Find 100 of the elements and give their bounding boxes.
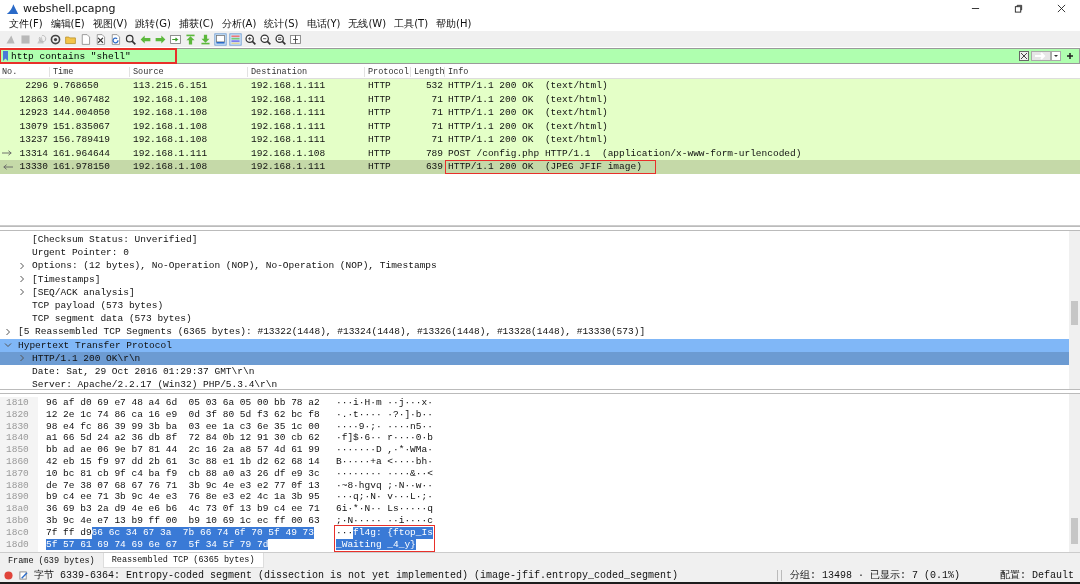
table-cell-text: 192.168.1.108 — [132, 161, 209, 173]
clear-icon[interactable] — [1019, 51, 1029, 61]
dropdown-icon[interactable] — [1051, 51, 1061, 61]
status-dot-icon[interactable] — [4, 570, 13, 580]
tree-item[interactable]: Options: (12 bytes), No-Operation (NOP), No-Operation (NOP), Timestamps — [32, 260, 437, 272]
tree-item[interactable]: [SEQ/ACK analysis] — [32, 286, 135, 298]
table-cell: HTTP/1.1 200 OK (text/html) — [448, 107, 608, 119]
pencil-icon[interactable] — [19, 570, 28, 580]
search-icon[interactable] — [124, 32, 137, 46]
column-header[interactable]: Info — [445, 66, 1080, 77]
restart-icon[interactable] — [34, 32, 47, 46]
gear-icon[interactable] — [49, 32, 62, 46]
chevron-right-icon[interactable] — [18, 261, 26, 270]
column-header[interactable]: Protocol — [365, 66, 411, 77]
menu-item[interactable]: 统计(S) — [260, 17, 303, 31]
jump-icon[interactable] — [169, 32, 182, 46]
menu-item[interactable]: 帮助(H) — [432, 17, 476, 31]
line-offset: 18a0 — [6, 503, 30, 515]
column-header[interactable]: Source — [130, 66, 248, 77]
menu-item[interactable]: 无线(W) — [344, 17, 391, 31]
line-offset: 1810 — [6, 397, 30, 409]
zoom-reset-icon[interactable] — [274, 32, 287, 46]
table-cell-text: 12863 — [18, 93, 49, 105]
ascii-text: ·······D ,·*·WMa· — [336, 444, 433, 456]
display-filter-field[interactable]: http contains "shell" — [0, 48, 1080, 64]
tree-item[interactable]: HTTP/1.1 200 OK\r\n — [32, 352, 141, 364]
hex-bytes: 7f ff d9 — [46, 526, 92, 539]
colorize-icon[interactable] — [229, 32, 242, 46]
table-cell-text: HTTP — [367, 107, 392, 119]
table-cell-text: 192.168.1.111 — [250, 161, 327, 173]
hex-bytes: 42 eb 15 f9 97 dd 2b 61 3c 88 e1 1b d2 62 68 14 — [46, 456, 320, 468]
resize-columns-icon[interactable] — [289, 32, 302, 46]
chevron-right-icon[interactable] — [18, 354, 26, 363]
tree-item[interactable]: [Timestamps] — [32, 273, 101, 285]
reload-icon[interactable] — [109, 32, 122, 46]
tree-item[interactable]: Hypertext Transfer Protocol — [18, 339, 172, 351]
ascii-text: ···q;·N· v···L·;· — [336, 491, 433, 504]
line-offset: 1870 — [6, 467, 30, 480]
menu-item[interactable]: 分析(A) — [217, 17, 261, 31]
table-cell-text: 161.964644 — [52, 147, 111, 159]
tree-item[interactable]: TCP segment data (573 bytes) — [32, 313, 192, 325]
scrollbar[interactable] — [1069, 231, 1080, 389]
down-arrow-icon[interactable] — [199, 32, 212, 46]
ascii-text: ·.·t···· ·?·]·b·· — [336, 408, 433, 421]
packet-count: 分组: 13498 · 已显示: 7 (0.1%) — [789, 569, 960, 582]
tree-item[interactable]: Server: Apache/2.2.17 (Win32) PHP/5.3.4\r\n — [32, 379, 278, 391]
tree-item[interactable]: [Checksum Status: Unverified] — [32, 234, 198, 246]
menu-item[interactable]: 电话(Y) — [302, 17, 345, 31]
line-offset: 1890 — [6, 491, 30, 504]
autoscroll-icon[interactable] — [214, 32, 227, 46]
chevron-right-icon[interactable] — [18, 275, 26, 284]
table-cell-text: 13079 — [18, 120, 49, 132]
menu-item[interactable]: 跳转(G) — [131, 17, 175, 31]
table-cell-text: 639 — [424, 161, 444, 173]
column-header[interactable]: Time — [50, 66, 130, 77]
scrollbar[interactable] — [1069, 394, 1080, 552]
up-arrow-icon[interactable] — [184, 32, 197, 46]
hex-bytes: 3b 9c 4e e7 13 b9 ff 00 b9 10 69 1c ec ff 00 63 — [46, 514, 320, 527]
packet-row[interactable]: 13237 156.789419 192.168.1.108 192.168.1.111 HTTP 71 HTTP/1.1 200 OK (text/html) — [0, 133, 1080, 147]
line-offset: 1850 — [6, 444, 30, 456]
close-icon[interactable] — [1057, 4, 1066, 13]
shark-fin-icon — [6, 2, 19, 15]
chevron-right-icon[interactable] — [18, 288, 26, 297]
field-info: 字节 6339-6364: Entropy-coded segment (dissection is not yet implemented) (image-jfif.entropy_coded_segment) — [34, 568, 679, 582]
chevron-down-icon[interactable] — [4, 341, 12, 350]
packet-row[interactable]: 2296 9.768650 113.215.6.151 192.168.1.111 HTTP 532 HTTP/1.1 200 OK (text/html) — [0, 79, 1080, 93]
column-header[interactable]: Length — [411, 66, 445, 77]
zoom-in-icon[interactable] — [244, 32, 257, 46]
profile-label[interactable]: 配置: Default — [1000, 568, 1074, 582]
menu-item[interactable]: 工具(T) — [390, 17, 433, 31]
table-cell-text: HTTP — [367, 147, 392, 159]
stop-icon[interactable] — [19, 32, 32, 46]
hex-bytes: 98 e4 fc 86 39 99 3b ba 03 ee 1a c3 6e 35 1c 00 — [46, 420, 320, 433]
chevron-right-icon[interactable] — [4, 327, 12, 336]
menu-item[interactable]: 视图(V) — [88, 17, 132, 31]
restore-icon[interactable] — [1014, 4, 1023, 13]
window-title: webshell.pcapng — [23, 2, 116, 15]
table-cell-text: 71 — [430, 107, 444, 119]
tree-item[interactable]: TCP payload (573 bytes) — [32, 300, 164, 312]
table-cell-text: 2296 — [24, 80, 49, 92]
column-header[interactable]: No. — [0, 66, 50, 77]
tree-item[interactable]: [5 Reassembled TCP Segments (6365 bytes): #13322(1448), #13324(1448), #13326(1448), #13328(1448), #13330(573)] — [18, 326, 646, 338]
tree-item[interactable]: Date: Sat, 29 Oct 2016 01:29:37 GMT\r\n — [32, 365, 255, 377]
hex-bytes: 12 2e 1c 74 86 ca 16 e9 0d 3f 80 5d f3 62 bc f8 — [46, 408, 320, 421]
plus-icon[interactable] — [1065, 51, 1075, 61]
zoom-out-icon[interactable] — [259, 32, 272, 46]
bookmark-icon[interactable] — [3, 51, 8, 61]
table-cell-text: 71 — [430, 120, 444, 132]
tab[interactable]: Frame (639 bytes) — [0, 553, 103, 568]
line-offset: 1820 — [6, 408, 30, 421]
packet-row[interactable]: 13330 161.978150 192.168.1.108 192.168.1.111 HTTP 639 HTTP/1.1 200 OK (JPEG JFIF image) — [0, 160, 1080, 174]
menu-item[interactable]: 捕获(C) — [174, 17, 218, 31]
tree-item[interactable]: Urgent Pointer: 0 — [32, 247, 129, 259]
packet-row[interactable]: 12923 144.004050 192.168.1.108 192.168.1.111 HTTP 71 HTTP/1.1 200 OK (text/html) — [0, 106, 1080, 120]
tab[interactable]: Reassembled TCP (6365 bytes) — [102, 553, 264, 568]
ascii-text: fl4g: {ftop_Is — [353, 526, 433, 539]
menu-item[interactable]: 文件(F) — [5, 17, 47, 31]
menu-item[interactable]: 编辑(E) — [46, 17, 89, 31]
close-file-icon[interactable] — [94, 32, 107, 46]
column-header[interactable]: Destination — [248, 66, 365, 77]
